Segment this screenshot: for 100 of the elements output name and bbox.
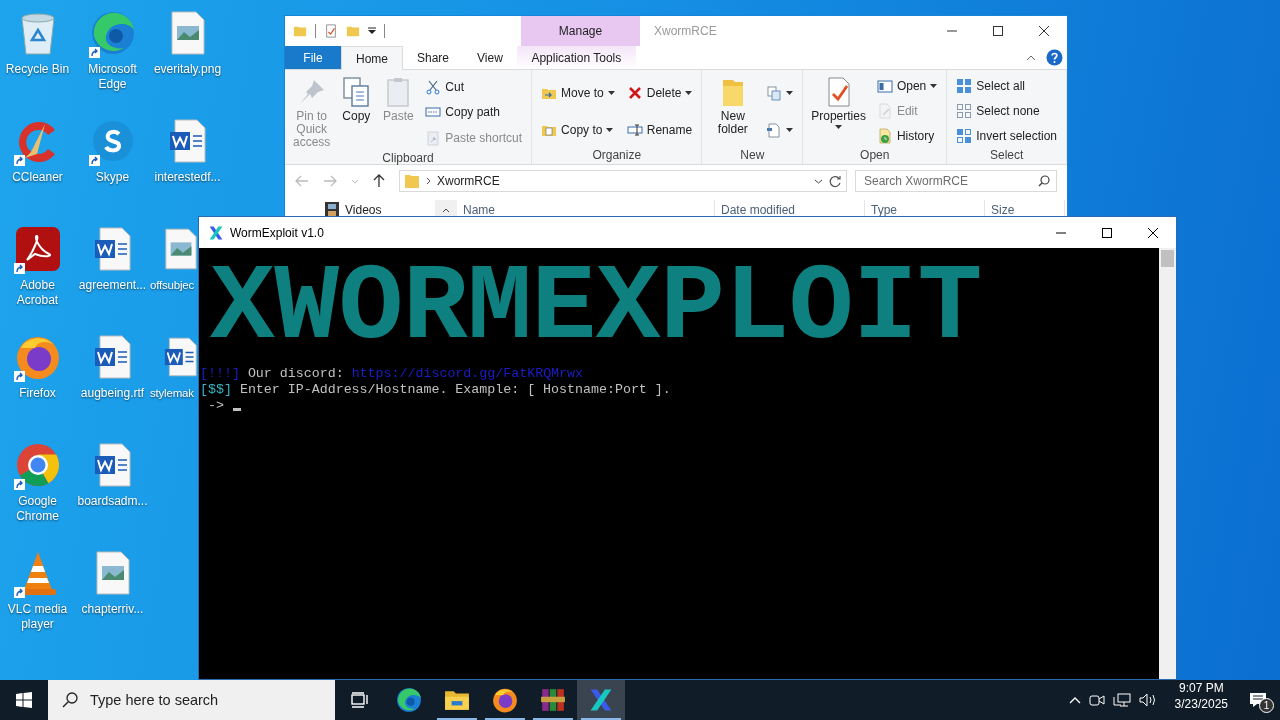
ribbon-button[interactable]: Select all <box>953 77 1060 96</box>
clock-time[interactable]: 9:07 PM <box>1174 680 1228 696</box>
ribbon-button[interactable]: Copy path <box>422 103 526 122</box>
window-title: WormExploit v1.0 <box>230 225 324 240</box>
dropdown-icon[interactable] <box>814 178 823 184</box>
group-label: Open <box>859 148 891 164</box>
browser-icon <box>14 334 61 380</box>
console-text: https://discord.gg/FatKRQMrwx <box>351 366 584 382</box>
notification-count: 1 <box>1259 698 1274 713</box>
network-icon[interactable] <box>1112 693 1131 707</box>
shortcut-arrow-icon <box>13 155 25 166</box>
group-label: Clipboard <box>381 151 435 165</box>
ribbon-button[interactable]: Delete <box>623 83 696 102</box>
notification-button[interactable]: 1 <box>1236 680 1280 720</box>
shortcut-arrow-icon <box>13 587 25 598</box>
image-file-icon <box>169 10 206 56</box>
shortcut-arrow-icon <box>13 371 25 382</box>
delete-icon <box>626 84 643 101</box>
ribbon-button[interactable]: Properties <box>807 74 870 148</box>
open-icon <box>876 78 893 95</box>
ribbon-button[interactable]: Invert selection <box>953 126 1060 145</box>
start-icon[interactable] <box>16 692 32 708</box>
search-field[interactable]: Search XwormRCE <box>862 173 1038 189</box>
ribbon-button[interactable]: Copy to <box>538 120 618 139</box>
easy-access-icon <box>766 121 783 138</box>
ribbon-tab[interactable]: View <box>463 46 517 69</box>
caret-icon <box>685 90 693 95</box>
volume-icon[interactable] <box>1138 693 1157 707</box>
image-file-icon <box>94 550 131 596</box>
ribbon-button[interactable]: History <box>873 126 941 145</box>
select-none-icon <box>956 103 973 119</box>
ribbon-button[interactable]: New folder <box>706 74 760 148</box>
edit-icon <box>876 103 893 119</box>
banner-title: XWORMEXPLOIT <box>210 254 983 366</box>
ribbon-button[interactable]: Cut <box>422 77 526 96</box>
ribbon-button[interactable]: Copy <box>336 74 377 151</box>
address-bar[interactable]: XwormRCE <box>399 170 847 192</box>
maximize-icon[interactable] <box>1102 227 1112 238</box>
folder-icon <box>293 24 307 38</box>
clock-date[interactable]: 3/23/2025 <box>1174 696 1228 712</box>
shortcut-arrow-icon <box>88 155 100 166</box>
x-logo-icon <box>588 687 614 713</box>
new-item-icon <box>766 84 783 101</box>
camera-icon[interactable] <box>1088 693 1105 707</box>
ribbon-button[interactable]: Open <box>873 77 941 96</box>
context-tab-header: Manage <box>521 16 640 46</box>
search-icon <box>1038 175 1050 187</box>
document-icon <box>168 118 207 164</box>
up-arrow-icon[interactable] <box>373 174 385 188</box>
console-text: [$$] <box>200 382 232 398</box>
shortcut-arrow-icon <box>88 47 100 58</box>
chat-app-icon <box>90 119 135 163</box>
caret-icon <box>835 125 843 129</box>
close-icon[interactable] <box>1039 26 1049 36</box>
scrollbar[interactable] <box>1159 248 1176 679</box>
document-icon <box>93 442 132 488</box>
ribbon-button[interactable]: Rename <box>623 120 696 139</box>
search-bar[interactable]: Search XwormRCE <box>855 170 1057 192</box>
browser-icon <box>396 687 422 713</box>
scroll-up-icon[interactable] <box>442 207 450 213</box>
properties-icon[interactable] <box>324 24 338 38</box>
ribbon-tab[interactable]: Home <box>341 46 403 70</box>
collapse-ribbon-icon[interactable] <box>1026 54 1036 61</box>
group-label: Select <box>988 148 1025 164</box>
close-icon[interactable] <box>1148 227 1158 238</box>
caret-icon <box>786 127 794 132</box>
x-logo-icon <box>208 224 224 241</box>
maximize-icon[interactable] <box>993 26 1003 36</box>
shortcut-arrow-icon <box>13 479 25 490</box>
caret-icon <box>930 84 938 89</box>
caret-icon <box>786 90 794 95</box>
search-bar[interactable]: Type here to search <box>48 680 335 720</box>
chevron-icon <box>426 177 431 185</box>
clipboard-icon <box>425 130 442 147</box>
window-title: XwormRCE <box>653 23 717 40</box>
group-label: New <box>739 148 766 164</box>
ribbon-tab[interactable]: Application Tools <box>516 46 636 69</box>
pdf-icon <box>14 226 61 272</box>
console-text: Our discord: <box>246 366 345 382</box>
browser-icon <box>14 442 61 488</box>
refresh-icon[interactable] <box>829 174 842 188</box>
ribbon-tab[interactable]: Share <box>403 46 464 69</box>
document-icon <box>93 226 132 272</box>
help-icon[interactable] <box>1046 49 1063 66</box>
browser-icon <box>492 687 518 713</box>
ribbon-tab[interactable]: File <box>285 46 341 69</box>
caret-icon <box>606 127 614 132</box>
console-text: [!!!] <box>200 366 240 382</box>
customize-menu-icon[interactable] <box>368 27 376 35</box>
caret-icon <box>607 90 615 95</box>
task-view-icon[interactable] <box>351 692 369 708</box>
ribbon-button[interactable]: Move to <box>538 83 618 102</box>
folder-icon <box>404 173 420 189</box>
search-icon <box>62 692 78 708</box>
image-file-icon <box>164 226 198 272</box>
taskbar-app[interactable] <box>577 680 625 720</box>
search-field[interactable]: Type here to search <box>88 691 335 709</box>
chevron-up-icon[interactable] <box>1068 696 1081 704</box>
ribbon-button[interactable]: Select none <box>953 102 1060 120</box>
rename-icon <box>626 121 643 138</box>
